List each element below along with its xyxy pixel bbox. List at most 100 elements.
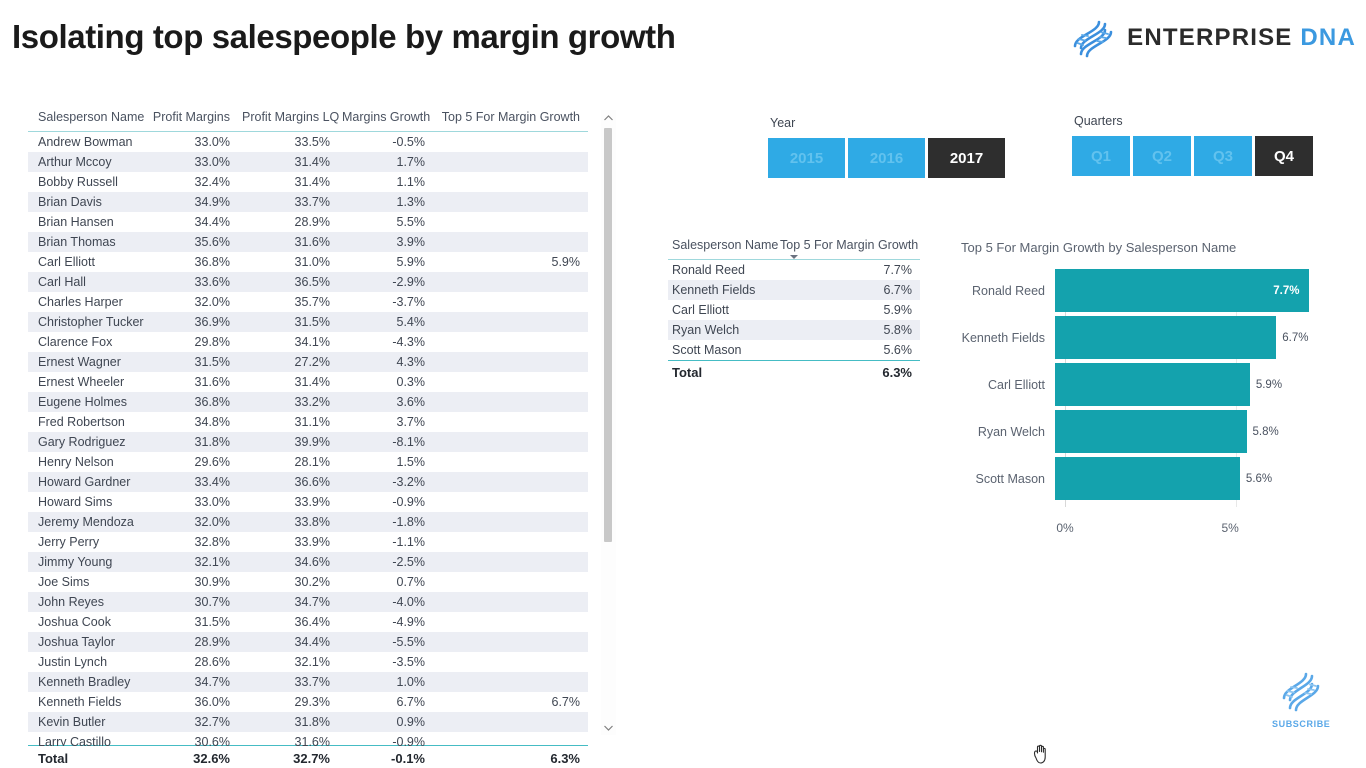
bar[interactable] bbox=[1055, 410, 1247, 453]
cell-margins-growth: -1.1% bbox=[392, 535, 425, 549]
bar-chart-row[interactable]: Ryan Welch 5.8% bbox=[955, 410, 1349, 453]
quarter-option-q3[interactable]: Q3 bbox=[1194, 136, 1252, 176]
year-slicer[interactable]: Year 2015 2016 2017 bbox=[768, 116, 1005, 178]
table-row[interactable]: Andrew Bowman 33.0% 33.5% -0.5% bbox=[28, 132, 588, 152]
table-row[interactable]: Eugene Holmes 36.8% 33.2% 3.6% bbox=[28, 392, 588, 412]
table-row[interactable]: Kenneth Fields 6.7% bbox=[668, 280, 920, 300]
top5-table-visual[interactable]: Salesperson Name Top 5 For Margin Growth… bbox=[668, 236, 928, 384]
cell-profit-margins-lq: 33.8% bbox=[294, 515, 330, 529]
table-row[interactable]: Carl Hall 33.6% 36.5% -2.9% bbox=[28, 272, 588, 292]
matrix-header-row: Salesperson Name Profit Margins Profit M… bbox=[28, 106, 588, 132]
cell-margins-growth: -2.5% bbox=[392, 555, 425, 569]
subscribe-watermark[interactable]: SUBSCRIBE bbox=[1272, 668, 1330, 729]
cell-top5-margin-growth bbox=[431, 352, 588, 372]
table-row[interactable]: Charles Harper 32.0% 35.7% -3.7% bbox=[28, 292, 588, 312]
cell-profit-margins-lq: 28.9% bbox=[294, 215, 330, 229]
cell-profit-margins-lq: 28.1% bbox=[294, 455, 330, 469]
cell-top5-margin-growth bbox=[431, 312, 588, 332]
column-header-top5-margin-growth[interactable]: Top 5 For Margin Growth bbox=[431, 106, 588, 132]
table-row[interactable]: Howard Sims 33.0% 33.9% -0.9% bbox=[28, 492, 588, 512]
table-row[interactable]: Kenneth Fields 36.0% 29.3% 6.7% 6.7% bbox=[28, 692, 588, 712]
table-row[interactable]: Clarence Fox 29.8% 34.1% -4.3% bbox=[28, 332, 588, 352]
table-row[interactable]: Fred Robertson 34.8% 31.1% 3.7% bbox=[28, 412, 588, 432]
table-row[interactable]: Brian Davis 34.9% 33.7% 1.3% bbox=[28, 192, 588, 212]
table-row[interactable]: Jerry Perry 32.8% 33.9% -1.1% bbox=[28, 532, 588, 552]
bar-chart-row[interactable]: Kenneth Fields 6.7% bbox=[955, 316, 1349, 359]
matrix-rows-scroll-area[interactable]: Andrew Bowman 33.0% 33.5% -0.5% Arthur Mccoy… bbox=[28, 132, 616, 746]
table-row[interactable]: Justin Lynch 28.6% 32.1% -3.5% bbox=[28, 652, 588, 672]
bar[interactable] bbox=[1055, 269, 1310, 312]
cell-profit-margins: 32.0% bbox=[194, 515, 230, 529]
cell-margins-growth: 0.9% bbox=[396, 715, 426, 729]
cell-profit-margins: 33.0% bbox=[194, 495, 230, 509]
table-row[interactable]: Bobby Russell 32.4% 31.4% 1.1% bbox=[28, 172, 588, 192]
table-row[interactable]: Carl Elliott 5.9% bbox=[668, 300, 920, 320]
table-row[interactable]: Ryan Welch 5.8% bbox=[668, 320, 920, 340]
table-row[interactable]: Carl Elliott 36.8% 31.0% 5.9% 5.9% bbox=[28, 252, 588, 272]
column-header-salesperson-name[interactable]: Salesperson Name bbox=[28, 106, 146, 132]
quarter-option-q4[interactable]: Q4 bbox=[1255, 136, 1313, 176]
scroll-up-icon[interactable] bbox=[601, 110, 616, 125]
table-row[interactable]: Henry Nelson 29.6% 28.1% 1.5% bbox=[28, 452, 588, 472]
cell-top5-margin-growth bbox=[431, 512, 588, 532]
cell-profit-margins-lq: 31.0% bbox=[294, 255, 330, 269]
year-option-2017[interactable]: 2017 bbox=[928, 138, 1005, 178]
cell-profit-margins: 31.5% bbox=[194, 615, 230, 629]
quarters-slicer[interactable]: Quarters Q1 Q2 Q3 Q4 bbox=[1072, 114, 1313, 176]
top5-column-header-margin-growth[interactable]: Top 5 For Margin Growth bbox=[776, 236, 920, 260]
top5-column-header-salesperson-name[interactable]: Salesperson Name bbox=[668, 236, 778, 260]
year-option-2015[interactable]: 2015 bbox=[768, 138, 845, 178]
cell-salesperson-name: Ronald Reed bbox=[672, 263, 745, 277]
salesperson-matrix-visual[interactable]: Salesperson Name Profit Margins Profit M… bbox=[28, 106, 616, 766]
table-row[interactable]: Jeremy Mendoza 32.0% 33.8% -1.8% bbox=[28, 512, 588, 532]
bar-chart-row[interactable]: Ronald Reed 7.7% bbox=[955, 269, 1349, 312]
column-header-profit-margins[interactable]: Profit Margins bbox=[146, 106, 236, 132]
cell-margins-growth: -2.9% bbox=[392, 275, 425, 289]
cell-salesperson-name: Ernest Wheeler bbox=[38, 375, 125, 389]
quarter-option-q2[interactable]: Q2 bbox=[1133, 136, 1191, 176]
table-row[interactable]: Brian Thomas 35.6% 31.6% 3.9% bbox=[28, 232, 588, 252]
brand-dna: DNA bbox=[1300, 24, 1356, 51]
table-row[interactable]: Arthur Mccoy 33.0% 31.4% 1.7% bbox=[28, 152, 588, 172]
report-canvas: Isolating top salespeople by margin grow… bbox=[0, 0, 1366, 768]
scrollbar-thumb[interactable] bbox=[604, 128, 612, 542]
table-row[interactable]: Brian Hansen 34.4% 28.9% 5.5% bbox=[28, 212, 588, 232]
cell-profit-margins-lq: 39.9% bbox=[294, 435, 330, 449]
table-row[interactable]: John Reyes 30.7% 34.7% -4.0% bbox=[28, 592, 588, 612]
column-header-profit-margins-lq[interactable]: Profit Margins LQ bbox=[236, 106, 339, 132]
matrix-scrollbar[interactable] bbox=[601, 110, 616, 735]
table-row[interactable]: Ronald Reed 7.7% bbox=[668, 260, 920, 281]
table-row[interactable]: Joshua Cook 31.5% 36.4% -4.9% bbox=[28, 612, 588, 632]
top5-table: Salesperson Name Top 5 For Margin Growth… bbox=[668, 236, 920, 360]
bar[interactable] bbox=[1055, 363, 1250, 406]
bar[interactable] bbox=[1055, 457, 1240, 500]
table-row[interactable]: Ernest Wagner 31.5% 27.2% 4.3% bbox=[28, 352, 588, 372]
bar-chart-row[interactable]: Carl Elliott 5.9% bbox=[955, 363, 1349, 406]
bar-track: 6.7% bbox=[1055, 316, 1349, 359]
sort-descending-icon bbox=[790, 255, 798, 259]
cell-profit-margins: 34.9% bbox=[194, 195, 230, 209]
table-row[interactable]: Kevin Butler 32.7% 31.8% 0.9% bbox=[28, 712, 588, 732]
column-header-margins-growth[interactable]: Margins Growth bbox=[336, 106, 431, 132]
table-row[interactable]: Scott Mason 5.6% bbox=[668, 340, 920, 360]
cell-profit-margins: 29.6% bbox=[194, 455, 230, 469]
year-option-2016[interactable]: 2016 bbox=[848, 138, 925, 178]
scroll-down-icon[interactable] bbox=[601, 720, 616, 735]
quarter-option-q1[interactable]: Q1 bbox=[1072, 136, 1130, 176]
table-row[interactable]: Christopher Tucker 36.9% 31.5% 5.4% bbox=[28, 312, 588, 332]
cell-profit-margins: 32.1% bbox=[194, 555, 230, 569]
table-row[interactable]: Larry Castillo 30.6% 31.6% -0.9% bbox=[28, 732, 588, 746]
bar-chart-row[interactable]: Scott Mason 5.6% bbox=[955, 457, 1349, 500]
bar-category-label: Scott Mason bbox=[975, 471, 1045, 486]
cell-salesperson-name: Joshua Cook bbox=[38, 615, 111, 629]
cell-margins-growth: 1.5% bbox=[396, 455, 426, 469]
bar[interactable] bbox=[1055, 316, 1277, 359]
top5-bar-chart-visual[interactable]: Top 5 For Margin Growth by Salesperson N… bbox=[955, 240, 1355, 540]
table-row[interactable]: Gary Rodriguez 31.8% 39.9% -8.1% bbox=[28, 432, 588, 452]
table-row[interactable]: Joshua Taylor 28.9% 34.4% -5.5% bbox=[28, 632, 588, 652]
table-row[interactable]: Ernest Wheeler 31.6% 31.4% 0.3% bbox=[28, 372, 588, 392]
table-row[interactable]: Kenneth Bradley 34.7% 33.7% 1.0% bbox=[28, 672, 588, 692]
table-row[interactable]: Jimmy Young 32.1% 34.6% -2.5% bbox=[28, 552, 588, 572]
table-row[interactable]: Joe Sims 30.9% 30.2% 0.7% bbox=[28, 572, 588, 592]
table-row[interactable]: Howard Gardner 33.4% 36.6% -3.2% bbox=[28, 472, 588, 492]
